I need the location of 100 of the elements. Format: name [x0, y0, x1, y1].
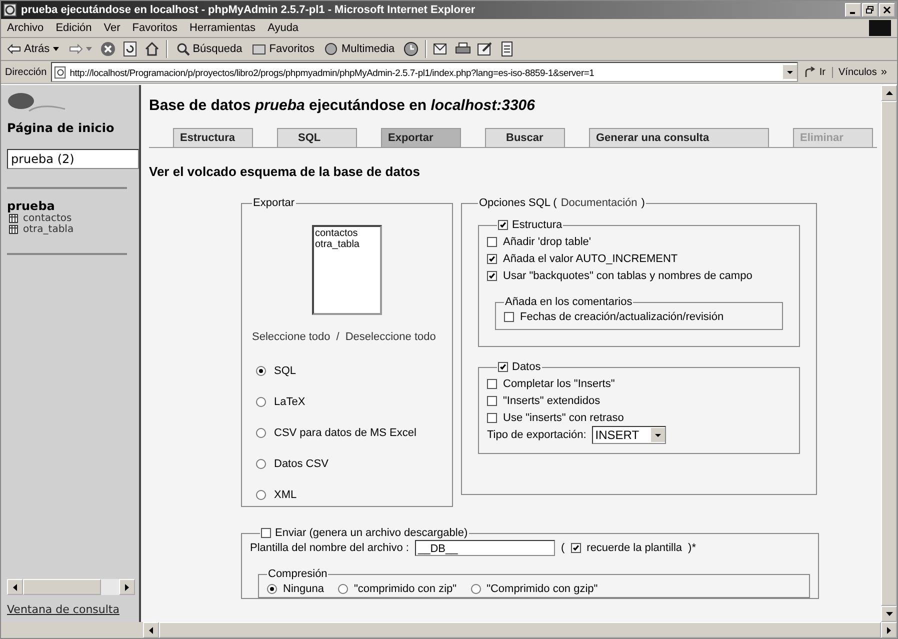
tab[interactable]: Estructura: [173, 128, 253, 147]
tab[interactable]: Buscar: [485, 128, 565, 147]
window-title: prueba ejecutándose en localhost - phpMyAdmin 2.5.7-pl1 - Microsoft Internet Explorer: [21, 4, 476, 16]
curved-arrow-icon: [804, 66, 816, 78]
checkbox-label: Use "inserts" con retraso: [503, 412, 624, 424]
close-button[interactable]: [879, 3, 895, 17]
database-select[interactable]: prueba (2): [7, 149, 139, 169]
table-listbox[interactable]: contactos otra_tabla: [312, 225, 382, 315]
radio-button[interactable]: [256, 366, 266, 376]
checkbox[interactable]: [487, 412, 497, 422]
stop-icon[interactable]: [100, 41, 116, 57]
links-button[interactable]: Vínculos: [832, 66, 877, 78]
go-button[interactable]: Ir: [802, 62, 828, 82]
back-button[interactable]: Atrás: [5, 39, 61, 59]
vertical-scrollbar[interactable]: [881, 85, 897, 622]
checkbox[interactable]: [487, 378, 497, 388]
radio-button[interactable]: [256, 490, 266, 500]
paren-text: (: [560, 542, 565, 554]
export-type-label: Tipo de exportación:: [487, 428, 586, 440]
home-icon[interactable]: [144, 41, 160, 57]
radio-button[interactable]: [256, 396, 266, 406]
separator-text: /: [336, 331, 340, 343]
menu-item[interactable]: Archivo: [7, 22, 44, 34]
caret-icon: [86, 47, 92, 51]
down-arrow-icon: [886, 612, 892, 616]
menu-item[interactable]: Herramientas: [190, 22, 256, 34]
checkbox[interactable]: [498, 220, 508, 230]
menu-item[interactable]: Ver: [104, 22, 120, 34]
search-button[interactable]: Búsqueda: [174, 39, 244, 59]
home-link[interactable]: Página de inicio: [7, 121, 139, 135]
query-window-link[interactable]: Ventana de consulta: [7, 603, 139, 616]
right-arrow-icon: [68, 44, 83, 54]
radio-button[interactable]: [256, 428, 266, 438]
menu-item[interactable]: Ayuda: [268, 22, 299, 34]
database-link[interactable]: prueba: [7, 199, 139, 213]
menu-item[interactable]: Edición: [56, 22, 92, 34]
mail-icon[interactable]: [432, 41, 449, 57]
page-heading: Base de datos prueba ejecutándose en localhost:3306: [149, 97, 536, 114]
checkbox-label: Completar los "Inserts": [503, 378, 615, 390]
paren-text: )*: [688, 542, 696, 554]
tab[interactable]: Generar una consulta: [589, 128, 769, 147]
media-button[interactable]: Multimedia: [322, 39, 397, 59]
checkbox[interactable]: [487, 254, 497, 264]
checkbox-label: Usar "backquotes" con tablas y nombres de campo: [503, 270, 752, 282]
fieldset-legend: Exportar: [252, 197, 296, 209]
export-type-select[interactable]: INSERT: [592, 426, 666, 444]
format-label: XML: [274, 488, 297, 500]
checkbox[interactable]: [487, 396, 497, 406]
horizontal-scrollbar[interactable]: [7, 579, 135, 595]
address-label: Dirección: [5, 66, 47, 78]
select-all-link[interactable]: Seleccione todo: [252, 331, 330, 343]
more-links-button[interactable]: »: [880, 66, 887, 78]
history-icon[interactable]: [402, 41, 419, 57]
tab[interactable]: Exportar: [381, 128, 461, 147]
restore-icon: [866, 6, 874, 14]
checkbox-label: recuerde la plantilla: [586, 542, 682, 554]
section-heading: Ver el volcado esquema de la base de datos: [149, 164, 421, 179]
up-arrow-icon: [886, 91, 892, 95]
checkbox[interactable]: [504, 312, 514, 322]
fieldset-legend: Compresión: [267, 568, 328, 580]
fieldset-legend: Añada en los comentarios: [504, 296, 634, 308]
checkbox[interactable]: [570, 542, 581, 552]
radio-button[interactable]: [470, 584, 481, 594]
tab[interactable]: SQL: [277, 128, 357, 147]
document-icon[interactable]: [498, 41, 515, 57]
close-icon: [883, 6, 891, 14]
checkbox-label: Datos: [512, 361, 541, 373]
documentation-link[interactable]: Documentación: [560, 197, 638, 209]
checkbox[interactable]: [498, 362, 508, 372]
filename-label: Plantilla del nombre del archivo :: [250, 542, 409, 554]
checkbox-label: Añadir 'drop table': [503, 236, 591, 248]
table-link[interactable]: otra_tabla: [23, 224, 74, 235]
edit-icon[interactable]: [476, 41, 493, 57]
checkbox-label: Añada el valor AUTO_INCREMENT: [503, 252, 678, 264]
format-label: SQL: [274, 364, 296, 376]
address-field[interactable]: http://localhost/Programacion/p/proyectos/libro2/progs/phpmyadmin/phpMyAdmin-2.5.7-pl1/index.php?lang=es-iso-8859-1&server=1: [50, 62, 798, 82]
left-arrow-icon: [13, 584, 17, 590]
checkbox-label: Estructura: [512, 219, 562, 231]
menu-item[interactable]: Favoritos: [132, 22, 178, 34]
table-icon: [9, 225, 18, 234]
horizontal-scrollbar[interactable]: [143, 622, 897, 638]
checkbox-label: Fechas de creación/actualización/revisión: [520, 310, 724, 322]
checkbox[interactable]: [261, 528, 271, 538]
refresh-icon[interactable]: [122, 41, 138, 57]
checkbox[interactable]: [487, 236, 497, 246]
minimize-button[interactable]: [845, 3, 861, 17]
radio-button[interactable]: [267, 584, 277, 594]
radio-button[interactable]: [256, 458, 266, 468]
page-icon: [54, 66, 67, 78]
favorites-button[interactable]: Favoritos: [250, 39, 316, 59]
radio-label: Ninguna: [283, 582, 324, 594]
checkbox[interactable]: [487, 270, 497, 280]
deselect-all-link[interactable]: Deseleccione todo: [345, 331, 436, 343]
right-arrow-icon: [887, 626, 892, 634]
maximize-button[interactable]: [862, 3, 878, 17]
caret-icon: [52, 47, 59, 51]
table-icon: [9, 214, 18, 223]
table-link[interactable]: contactos: [23, 213, 72, 224]
filename-field[interactable]: __DB__: [414, 540, 555, 556]
radio-button[interactable]: [338, 584, 348, 594]
